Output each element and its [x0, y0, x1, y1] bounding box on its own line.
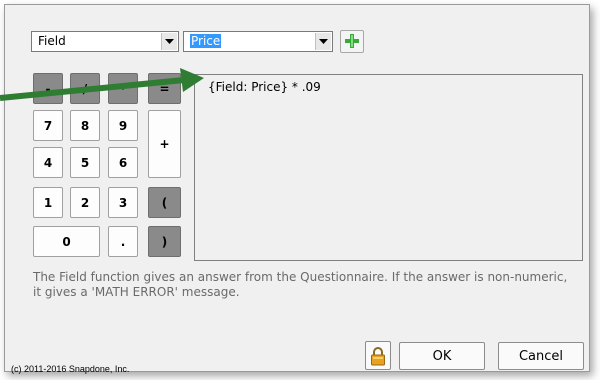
annotation-arrow-icon	[0, 68, 204, 101]
